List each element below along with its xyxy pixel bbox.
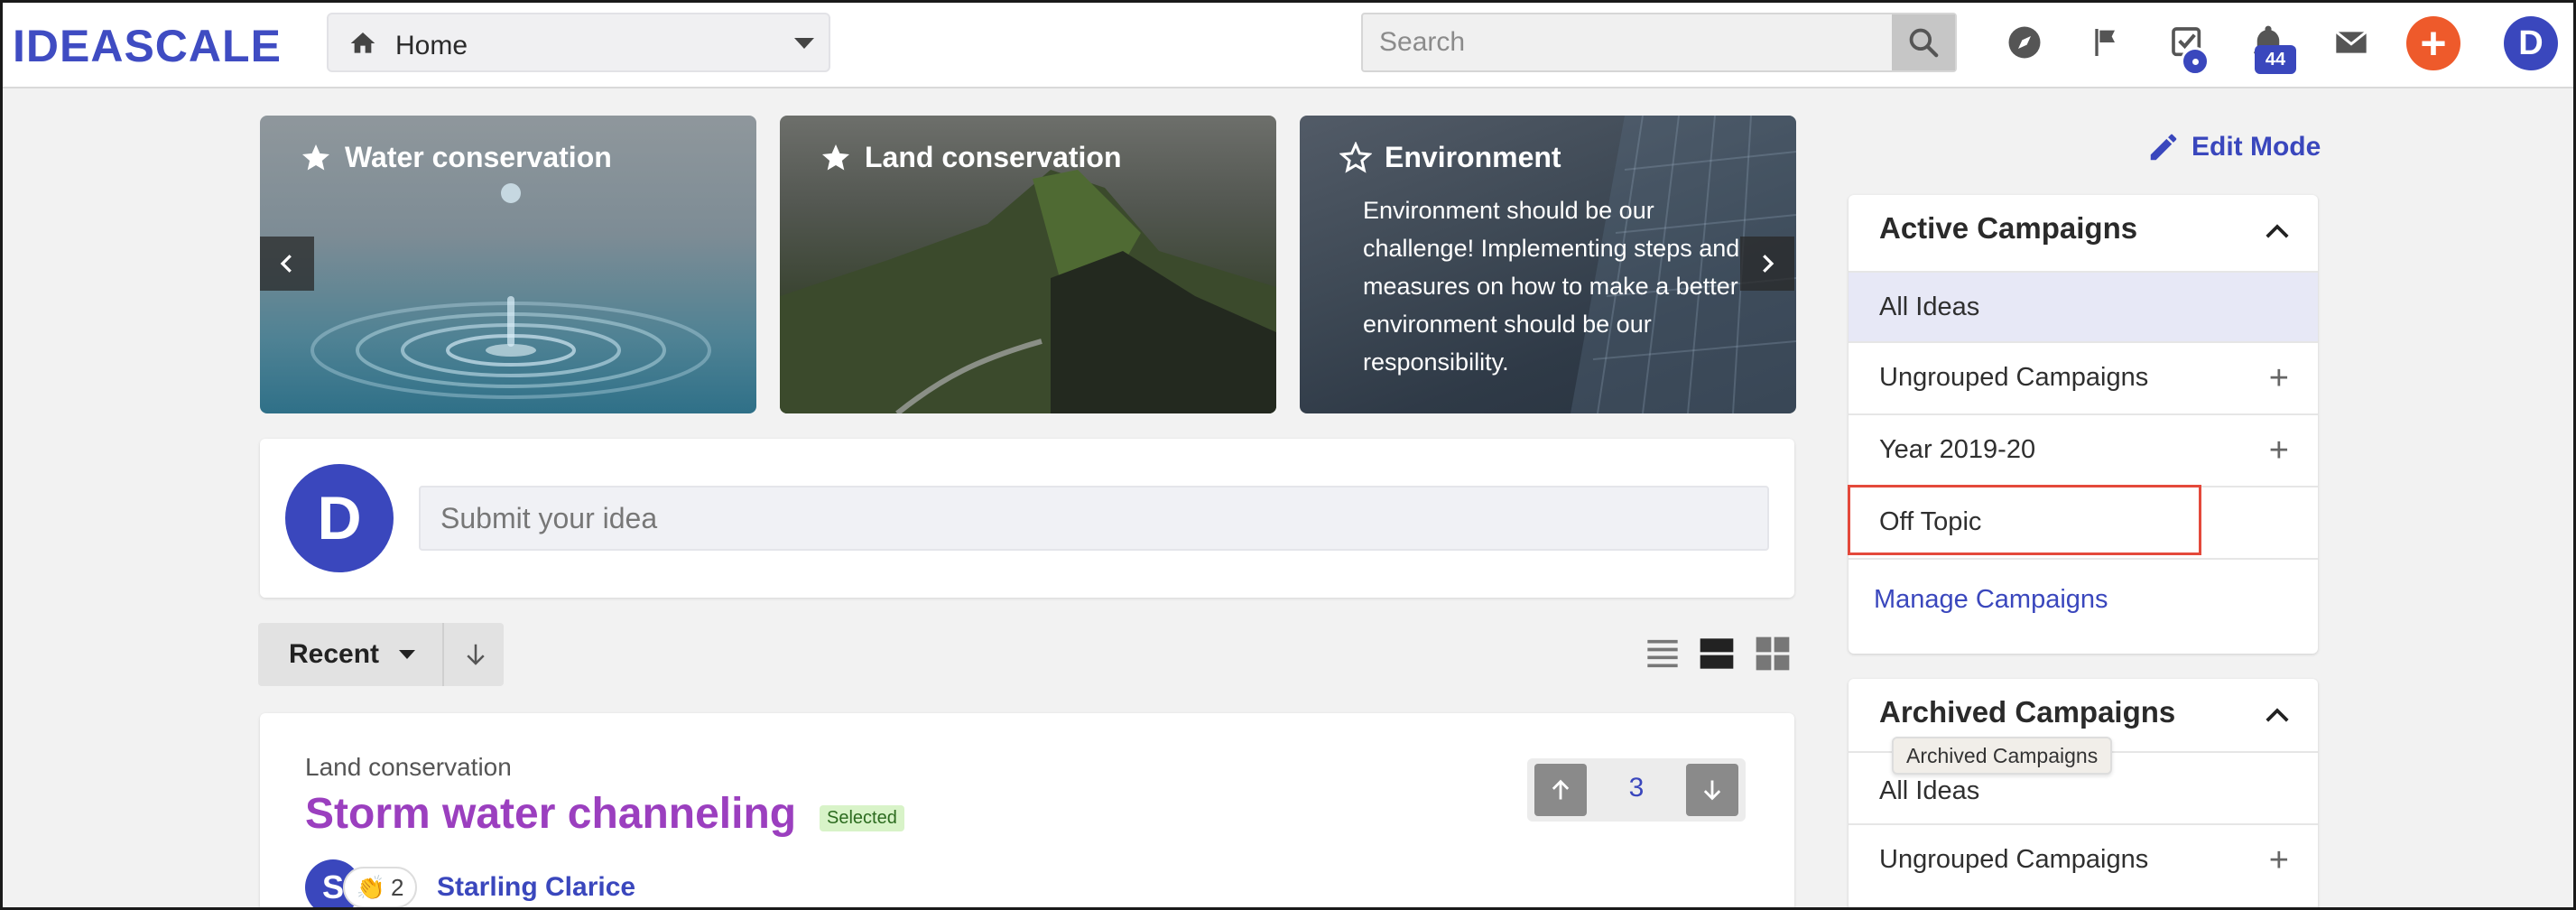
star-outline-icon bbox=[1339, 141, 1372, 173]
pencil-icon bbox=[2150, 134, 2177, 161]
idea-title[interactable]: Storm water channeling bbox=[305, 789, 796, 839]
featured-title-text: Water conservation bbox=[345, 141, 612, 173]
selection-highlight bbox=[1848, 485, 2201, 555]
kudos-button[interactable]: 👏 2 bbox=[343, 867, 417, 908]
featured-title: Water conservation bbox=[300, 141, 612, 174]
grid-view-icon[interactable] bbox=[1755, 636, 1791, 672]
chevron-up-icon[interactable] bbox=[2264, 706, 2291, 724]
downvote-button[interactable] bbox=[1686, 764, 1738, 816]
mail-icon bbox=[2335, 31, 2368, 53]
featured-card-water-conservation[interactable]: Water conservation bbox=[260, 116, 756, 413]
campaign-item-label: All Ideas bbox=[1879, 292, 1980, 321]
search-icon bbox=[1909, 28, 1939, 58]
author-name[interactable]: Starling Clarice bbox=[437, 872, 635, 903]
list-view-icon[interactable] bbox=[1645, 636, 1681, 672]
sort-direction-button[interactable] bbox=[457, 636, 495, 673]
sort-select-label[interactable]: Recent bbox=[289, 639, 379, 670]
campaign-item-label: All Ideas bbox=[1879, 776, 1980, 805]
manage-campaigns-link[interactable]: Manage Campaigns bbox=[1874, 585, 2108, 615]
status-badge: Selected bbox=[820, 805, 904, 831]
featured-title: Environment bbox=[1339, 141, 1561, 174]
campaign-item-year-2019-20[interactable]: Year 2019-20 + bbox=[1849, 413, 2318, 484]
community-select[interactable]: Home bbox=[327, 13, 830, 72]
compass-icon bbox=[2008, 26, 2041, 59]
expand-plus-icon[interactable]: + bbox=[2269, 843, 2289, 878]
search-button[interactable] bbox=[1892, 14, 1955, 70]
divider bbox=[442, 623, 444, 686]
submit-idea-card: D bbox=[260, 439, 1794, 598]
idea-card: Land conservation Storm water channeling… bbox=[260, 713, 1794, 910]
arrow-up-icon bbox=[1552, 779, 1570, 800]
ideascale-logo[interactable]: IDEASCALE bbox=[13, 20, 282, 72]
caret-down-icon[interactable] bbox=[399, 650, 415, 659]
edit-mode-label: Edit Mode bbox=[2191, 132, 2321, 162]
kudos-count: 2 bbox=[390, 873, 404, 901]
card-view-icon[interactable] bbox=[1699, 636, 1735, 672]
star-filled-icon bbox=[822, 144, 849, 170]
star-filled-icon bbox=[302, 144, 329, 170]
campaign-item-label: Ungrouped Campaigns bbox=[1879, 845, 2149, 874]
flag-button[interactable] bbox=[2083, 20, 2128, 65]
archived-campaigns-panel: Archived Campaigns All Ideas Ungrouped C… bbox=[1849, 679, 2318, 910]
arrow-down-icon bbox=[467, 644, 485, 665]
messages-button[interactable] bbox=[2329, 20, 2374, 65]
archived-item-ungrouped[interactable]: Ungrouped Campaigns + bbox=[1849, 823, 2318, 894]
panel-heading: Active Campaigns bbox=[1879, 211, 2138, 245]
carousel-prev-button[interactable] bbox=[260, 237, 314, 291]
search-box bbox=[1361, 13, 1957, 72]
avatar: D bbox=[285, 464, 394, 572]
featured-title-text: Environment bbox=[1385, 141, 1561, 173]
edit-mode-button[interactable]: Edit Mode bbox=[2146, 130, 2321, 164]
explore-button[interactable] bbox=[2002, 20, 2047, 65]
notifications-count-badge: 44 bbox=[2255, 45, 2296, 74]
arrow-down-icon bbox=[1703, 780, 1721, 801]
tooltip: Archived Campaigns bbox=[1892, 737, 2113, 775]
upvote-button[interactable] bbox=[1534, 764, 1587, 816]
chevron-right-icon bbox=[1763, 255, 1774, 273]
featured-title-text: Land conservation bbox=[865, 141, 1122, 173]
idea-campaign[interactable]: Land conservation bbox=[305, 753, 512, 782]
search-input[interactable] bbox=[1363, 14, 1895, 70]
submit-idea-input[interactable] bbox=[421, 488, 1767, 549]
panel-heading: Archived Campaigns bbox=[1879, 695, 2176, 729]
campaign-item-label: Ungrouped Campaigns bbox=[1879, 363, 2149, 392]
expand-plus-icon[interactable]: + bbox=[2269, 361, 2289, 395]
campaign-item-label: Year 2019-20 bbox=[1879, 435, 2036, 464]
campaign-item-ungrouped[interactable]: Ungrouped Campaigns + bbox=[1849, 341, 2318, 412]
tasks-status-dot bbox=[2181, 47, 2210, 76]
flag-icon bbox=[2095, 29, 2115, 56]
submit-idea-field[interactable] bbox=[419, 486, 1769, 551]
divider bbox=[1849, 558, 2318, 560]
sort-control: Recent bbox=[258, 623, 504, 686]
clap-icon: 👏 bbox=[356, 873, 385, 901]
featured-description: Environment should be our challenge! Imp… bbox=[1363, 197, 1740, 376]
campaign-item-all-ideas[interactable]: All Ideas bbox=[1849, 271, 2318, 341]
chevron-left-icon bbox=[280, 255, 292, 273]
user-avatar[interactable]: D bbox=[2504, 16, 2558, 70]
vote-count: 3 bbox=[1628, 773, 1645, 803]
community-select-value: Home bbox=[395, 31, 468, 60]
vote-widget: 3 bbox=[1527, 758, 1746, 822]
add-idea-button[interactable]: + bbox=[2406, 16, 2460, 70]
top-navigation-bar: IDEASCALE Home 44 + D bbox=[0, 0, 2576, 88]
chevron-up-icon[interactable] bbox=[2264, 222, 2291, 240]
carousel-next-button[interactable] bbox=[1740, 237, 1794, 291]
home-icon bbox=[350, 32, 375, 53]
featured-title: Land conservation bbox=[820, 141, 1122, 174]
active-campaigns-panel: Active Campaigns All Ideas Ungrouped Cam… bbox=[1849, 195, 2318, 654]
chevron-down-icon bbox=[794, 38, 814, 49]
featured-card-environment[interactable]: Environment Environment should be our ch… bbox=[1300, 116, 1796, 413]
expand-plus-icon[interactable]: + bbox=[2269, 433, 2289, 468]
featured-card-land-conservation[interactable]: Land conservation bbox=[780, 116, 1276, 413]
